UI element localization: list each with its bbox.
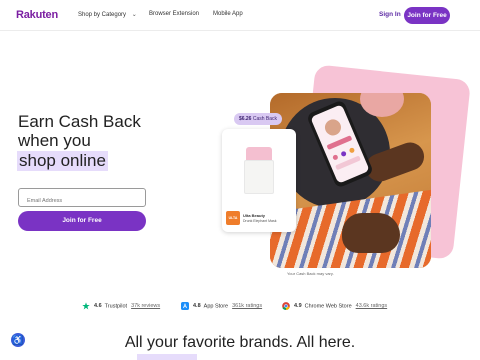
chevron-down-icon: ⌄ xyxy=(131,12,137,18)
cashback-disclaimer: Your Cash Back may vary. xyxy=(287,271,334,276)
nav-mobile-app[interactable]: Mobile App xyxy=(213,11,243,17)
trustpilot-star-icon xyxy=(82,302,90,310)
hero-headline-line2: when you xyxy=(18,131,91,150)
rating-score: 4.9 xyxy=(294,303,302,310)
phone-row xyxy=(335,155,361,171)
hero-headline-highlight: shop online xyxy=(17,151,108,171)
hand xyxy=(342,213,400,253)
app-store-icon xyxy=(181,302,189,310)
phone-dot xyxy=(348,147,356,154)
ulta-logo: ULTA xyxy=(226,211,240,225)
rating-trustpilot: 4.6 Trustpilot 37k reviews xyxy=(82,302,160,310)
rating-app-store: 4.8 App Store 361k ratings xyxy=(181,302,262,310)
nav-label: Shop by Category xyxy=(78,12,127,18)
product-bottle xyxy=(244,160,274,194)
nav-browser-extension[interactable]: Browser Extension xyxy=(149,11,199,17)
rating-source: Trustpilot xyxy=(104,303,128,310)
phone-portrait xyxy=(322,116,344,138)
sign-in-link[interactable]: Sign In xyxy=(379,11,401,18)
product-card: ULTA Ulta Beauty Drunk Elephant Mask xyxy=(222,129,296,232)
cashback-amount: $6.26 xyxy=(238,116,252,122)
brands-section-title: All your favorite brands. All here. xyxy=(124,334,356,351)
accessibility-icon[interactable]: ♿ xyxy=(11,333,25,347)
phone-dot xyxy=(332,154,339,161)
subtitle-highlight xyxy=(137,354,197,360)
bottom-strip xyxy=(0,354,480,360)
rating-chrome-web-store: 4.9 Chrome Web Store 43.6k ratings xyxy=(282,302,387,310)
nav-shop-by-category[interactable]: Shop by Category ⌄ xyxy=(78,11,137,18)
email-input[interactable] xyxy=(19,192,145,210)
phone-dot xyxy=(340,150,347,158)
rating-count[interactable]: 361k ratings xyxy=(232,303,262,309)
phone-banner xyxy=(326,135,353,151)
cashback-badge: $6.26 Cash Back xyxy=(234,113,282,125)
rating-score: 4.8 xyxy=(193,303,201,310)
product-brand: Ulta Beauty xyxy=(243,213,266,218)
rating-score: 4.6 xyxy=(94,303,102,310)
rakuten-logo[interactable]: Rakuten xyxy=(16,9,58,21)
rating-count[interactable]: 37k reviews xyxy=(131,303,160,309)
rating-count[interactable]: 43.6k ratings xyxy=(356,303,388,309)
rating-source: Chrome Web Store xyxy=(304,303,352,310)
chrome-store-icon xyxy=(282,302,290,310)
rating-source: App Store xyxy=(203,303,229,310)
email-field[interactable] xyxy=(18,188,146,210)
site-header: Rakuten Shop by Category ⌄ Browser Exten… xyxy=(0,0,480,31)
hero-headline-line1: Earn Cash Back xyxy=(18,112,141,131)
bottle-cap xyxy=(246,147,272,161)
join-for-free-button[interactable]: Join for Free xyxy=(18,211,146,231)
join-for-free-header-button[interactable]: Join for Free xyxy=(404,7,450,24)
cashback-label: Cash Back xyxy=(252,116,278,122)
product-name: Drunk Elephant Mask xyxy=(243,219,277,223)
